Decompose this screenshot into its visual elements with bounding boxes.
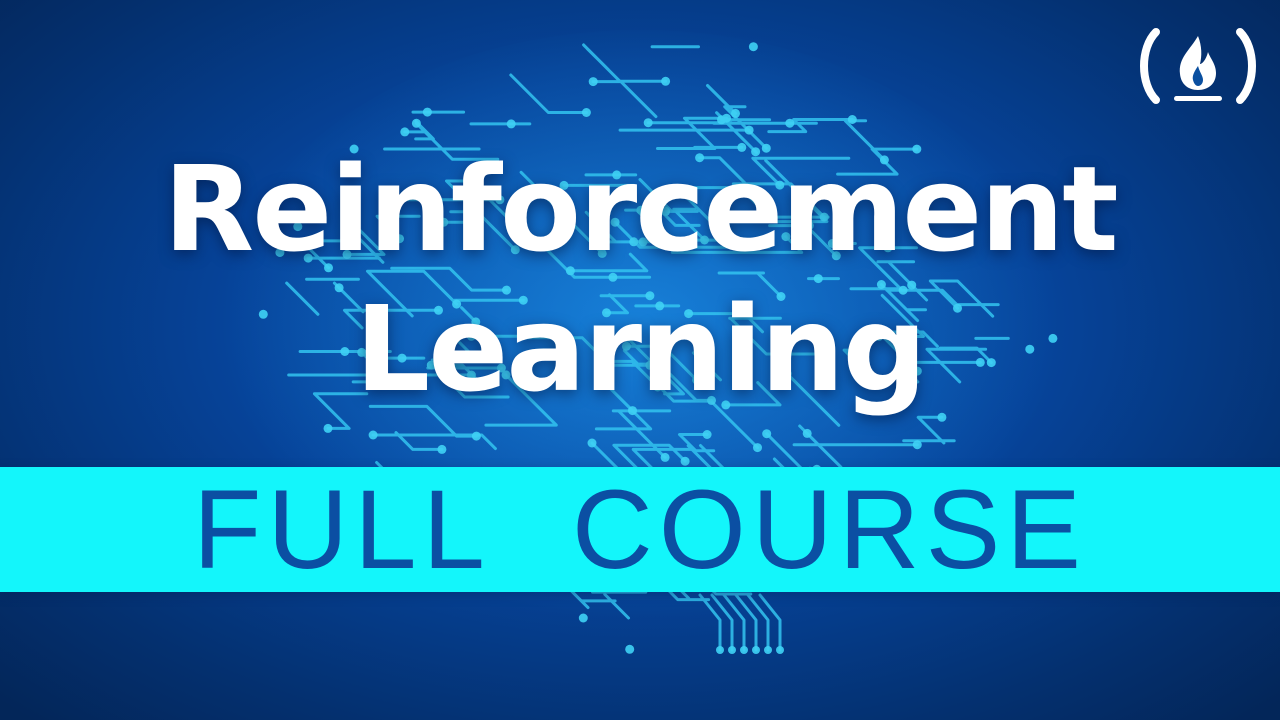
circuit-node [422, 107, 432, 117]
course-title-line-1: Reinforcement [163, 140, 1118, 278]
circuit-node [752, 646, 760, 654]
circuit-node [578, 613, 588, 623]
circuit-node [847, 115, 857, 124]
circuit-node [748, 42, 758, 52]
circuit-node [744, 125, 754, 135]
circuit-node [762, 429, 772, 439]
circuit-node [912, 440, 922, 450]
circuit-node [764, 646, 772, 654]
course-title-line-2: Learning [355, 280, 927, 418]
circuit-node [717, 115, 726, 125]
circuit-node [660, 452, 670, 462]
circuit-node [680, 456, 690, 466]
circuit-node [728, 646, 736, 654]
circuit-node [702, 430, 712, 439]
circuit-node [785, 118, 795, 128]
circuit-node [437, 444, 447, 454]
circuit-node [753, 443, 762, 453]
freecodecamp-logo-icon [1140, 28, 1256, 104]
circuit-node [506, 119, 516, 129]
circuit-node [731, 108, 740, 118]
circuit-node [587, 438, 597, 448]
circuit-node [625, 644, 635, 654]
circuit-node [776, 646, 784, 654]
course-thumbnail: Reinforcement Learning FULL COURSE [0, 0, 1280, 720]
circuit-node [802, 428, 812, 438]
circuit-node [937, 412, 947, 422]
circuit-node [323, 423, 333, 433]
circuit-node [471, 431, 481, 441]
circuit-node [588, 77, 598, 87]
banner-label: FULL COURSE [192, 467, 1087, 592]
circuit-node [740, 646, 748, 654]
circuit-node [581, 108, 591, 117]
circuit-node [368, 430, 378, 440]
circuit-node [661, 76, 671, 86]
circuit-node [716, 646, 724, 654]
circuit-node [400, 127, 410, 137]
circuit-node [643, 118, 653, 128]
circuit-node [411, 118, 421, 128]
full-course-banner: FULL COURSE [0, 467, 1280, 592]
